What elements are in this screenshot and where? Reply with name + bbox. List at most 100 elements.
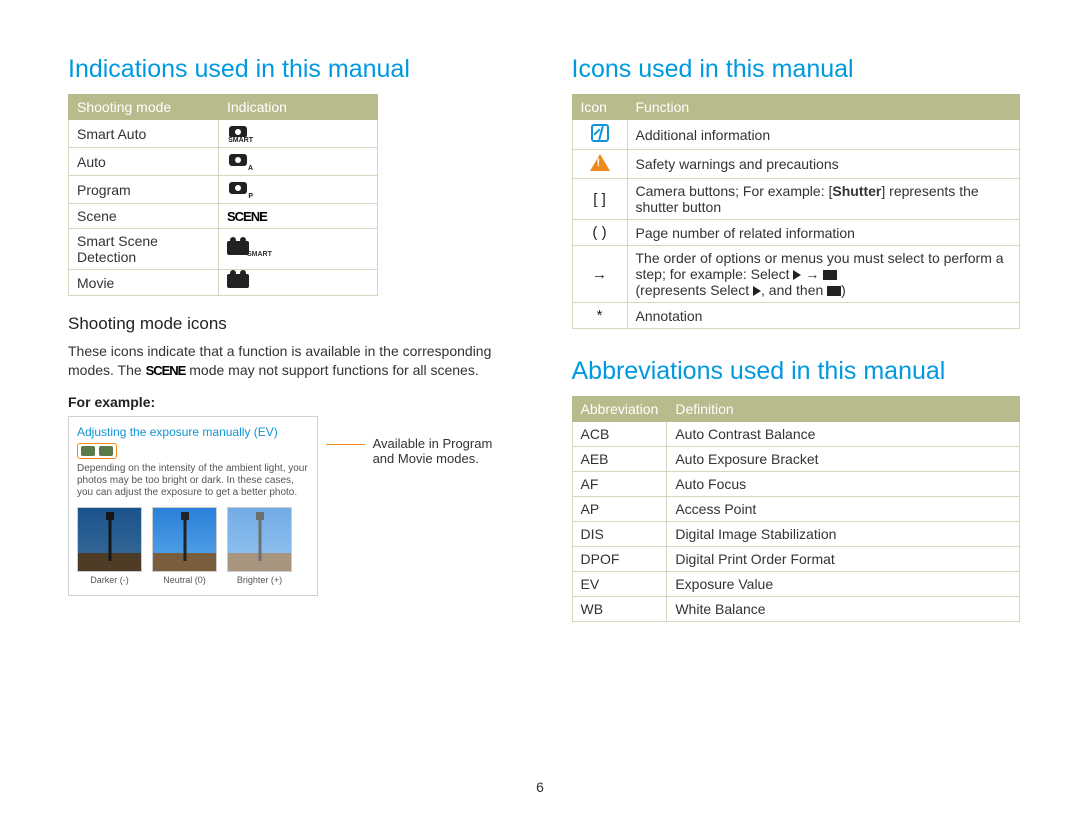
icon-cell — [572, 150, 627, 179]
indication-cell — [219, 270, 378, 296]
icon-cell: ( ) — [572, 220, 627, 246]
icon-cell: * — [572, 303, 627, 329]
mode-cell: Smart Scene Detection — [69, 229, 219, 270]
abbr-cell: AEB — [572, 447, 667, 472]
example-panel: Adjusting the exposure manually (EV) Dep… — [68, 416, 318, 596]
table-row: AEBAuto Exposure Bracket — [572, 447, 1020, 472]
manual-page: Indications used in this manual Shooting… — [0, 0, 1080, 622]
th-icon: Icon — [572, 95, 627, 120]
icon-cell: [ ] — [572, 179, 627, 220]
th-definition: Definition — [667, 397, 1020, 422]
icon-cell: → — [572, 246, 627, 303]
example-thumbnails: Darker (-) Neutral (0) Brighter (+) — [77, 507, 309, 585]
function-cell: Camera buttons; For example: [Shutter] r… — [627, 179, 1020, 220]
badge-program-icon — [81, 446, 95, 456]
table-row: Smart AutoSMART — [69, 120, 378, 148]
icons-heading: Icons used in this manual — [572, 55, 1021, 84]
symbol-icon: → — [592, 266, 607, 283]
indication-cell: SMART — [219, 229, 378, 270]
thumbnail-label: Darker (-) — [77, 575, 142, 585]
for-example-label: For example: — [68, 394, 517, 410]
shooting-mode-icons-subheading: Shooting mode icons — [68, 314, 517, 334]
indication-cell: A — [219, 148, 378, 176]
left-column: Indications used in this manual Shooting… — [68, 55, 517, 622]
table-row: → The order of options or menus you must … — [572, 246, 1020, 303]
mode-cell: Auto — [69, 148, 219, 176]
definition-cell: Digital Print Order Format — [667, 547, 1020, 572]
grid-icon — [827, 286, 841, 296]
abbr-cell: EV — [572, 572, 667, 597]
warning-icon — [590, 154, 610, 171]
indications-heading: Indications used in this manual — [68, 55, 517, 84]
icons-table: Icon Function Additional informationSafe… — [572, 94, 1021, 329]
scene-inline-icon: SCENE — [146, 363, 186, 378]
function-cell: Additional information — [627, 120, 1020, 150]
grid-icon — [823, 270, 837, 280]
thumbnail: Darker (-) — [77, 507, 142, 585]
definition-cell: Auto Contrast Balance — [667, 422, 1020, 447]
table-row: Safety warnings and precautions — [572, 150, 1020, 179]
definition-cell: Digital Image Stabilization — [667, 522, 1020, 547]
right-column: Icons used in this manual Icon Function … — [572, 55, 1021, 622]
table-row: DPOFDigital Print Order Format — [572, 547, 1020, 572]
table-row: Movie — [69, 270, 378, 296]
movie-icon — [227, 274, 249, 288]
example-title: Adjusting the exposure manually (EV) — [77, 425, 309, 439]
table-row: Auto A — [69, 148, 378, 176]
abbr-cell: AF — [572, 472, 667, 497]
table-row: DISDigital Image Stabilization — [572, 522, 1020, 547]
abbr-cell: WB — [572, 597, 667, 622]
indication-cell: P — [219, 176, 378, 204]
symbol-icon: [ ] — [593, 191, 606, 208]
table-row: EVExposure Value — [572, 572, 1020, 597]
definition-cell: Auto Exposure Bracket — [667, 447, 1020, 472]
table-row: APAccess Point — [572, 497, 1020, 522]
function-cell: Safety warnings and precautions — [627, 150, 1020, 179]
mode-cell: Program — [69, 176, 219, 204]
mode-cell: Movie — [69, 270, 219, 296]
table-row: [ ] Camera buttons; For example: [Shutter… — [572, 179, 1020, 220]
example-mode-badges — [77, 443, 117, 459]
table-row: Program P — [69, 176, 378, 204]
thumbnail-image — [152, 507, 217, 572]
th-function: Function — [627, 95, 1020, 120]
info-icon — [591, 124, 609, 142]
mode-cell: Scene — [69, 204, 219, 229]
camera-icon: P — [227, 180, 249, 196]
camera-icon: A — [227, 152, 249, 168]
table-row: ( )Page number of related information — [572, 220, 1020, 246]
table-row: AFAuto Focus — [572, 472, 1020, 497]
indications-table: Shooting mode Indication Smart AutoSMART… — [68, 94, 378, 296]
thumbnail: Brighter (+) — [227, 507, 292, 585]
indication-cell: SMART — [219, 120, 378, 148]
example-box: Adjusting the exposure manually (EV) Dep… — [68, 416, 517, 596]
th-abbreviation: Abbreviation — [572, 397, 667, 422]
scene-icon: SCENE — [227, 209, 267, 224]
abbr-cell: ACB — [572, 422, 667, 447]
icon-cell — [572, 120, 627, 150]
callout-line — [326, 444, 364, 445]
shooting-mode-icons-paragraph: These icons indicate that a function is … — [68, 342, 517, 380]
abbreviations-heading: Abbreviations used in this manual — [572, 357, 1021, 386]
definition-cell: Auto Focus — [667, 472, 1020, 497]
arrow-icon — [793, 270, 801, 280]
abbr-cell: DPOF — [572, 547, 667, 572]
thumbnail-image — [227, 507, 292, 572]
indication-cell: SCENE — [219, 204, 378, 229]
th-shooting-mode: Shooting mode — [69, 95, 219, 120]
thumbnail-image — [77, 507, 142, 572]
symbol-icon: ( ) — [592, 224, 606, 241]
abbreviations-table: Abbreviation Definition ACBAuto Contrast… — [572, 396, 1021, 622]
example-description: Depending on the intensity of the ambien… — [77, 463, 309, 499]
table-row: ACBAuto Contrast Balance — [572, 422, 1020, 447]
th-indication: Indication — [219, 95, 378, 120]
callout-text: Available in Program and Movie modes. — [373, 436, 517, 466]
badge-movie-icon — [99, 446, 113, 456]
table-row: *Annotation — [572, 303, 1020, 329]
table-row: Scene SCENE — [69, 204, 378, 229]
thumbnail-label: Neutral (0) — [152, 575, 217, 585]
table-row: Smart Scene DetectionSMART — [69, 229, 378, 270]
thumbnail: Neutral (0) — [152, 507, 217, 585]
thumbnail-label: Brighter (+) — [227, 575, 292, 585]
function-cell: The order of options or menus you must s… — [627, 246, 1020, 303]
